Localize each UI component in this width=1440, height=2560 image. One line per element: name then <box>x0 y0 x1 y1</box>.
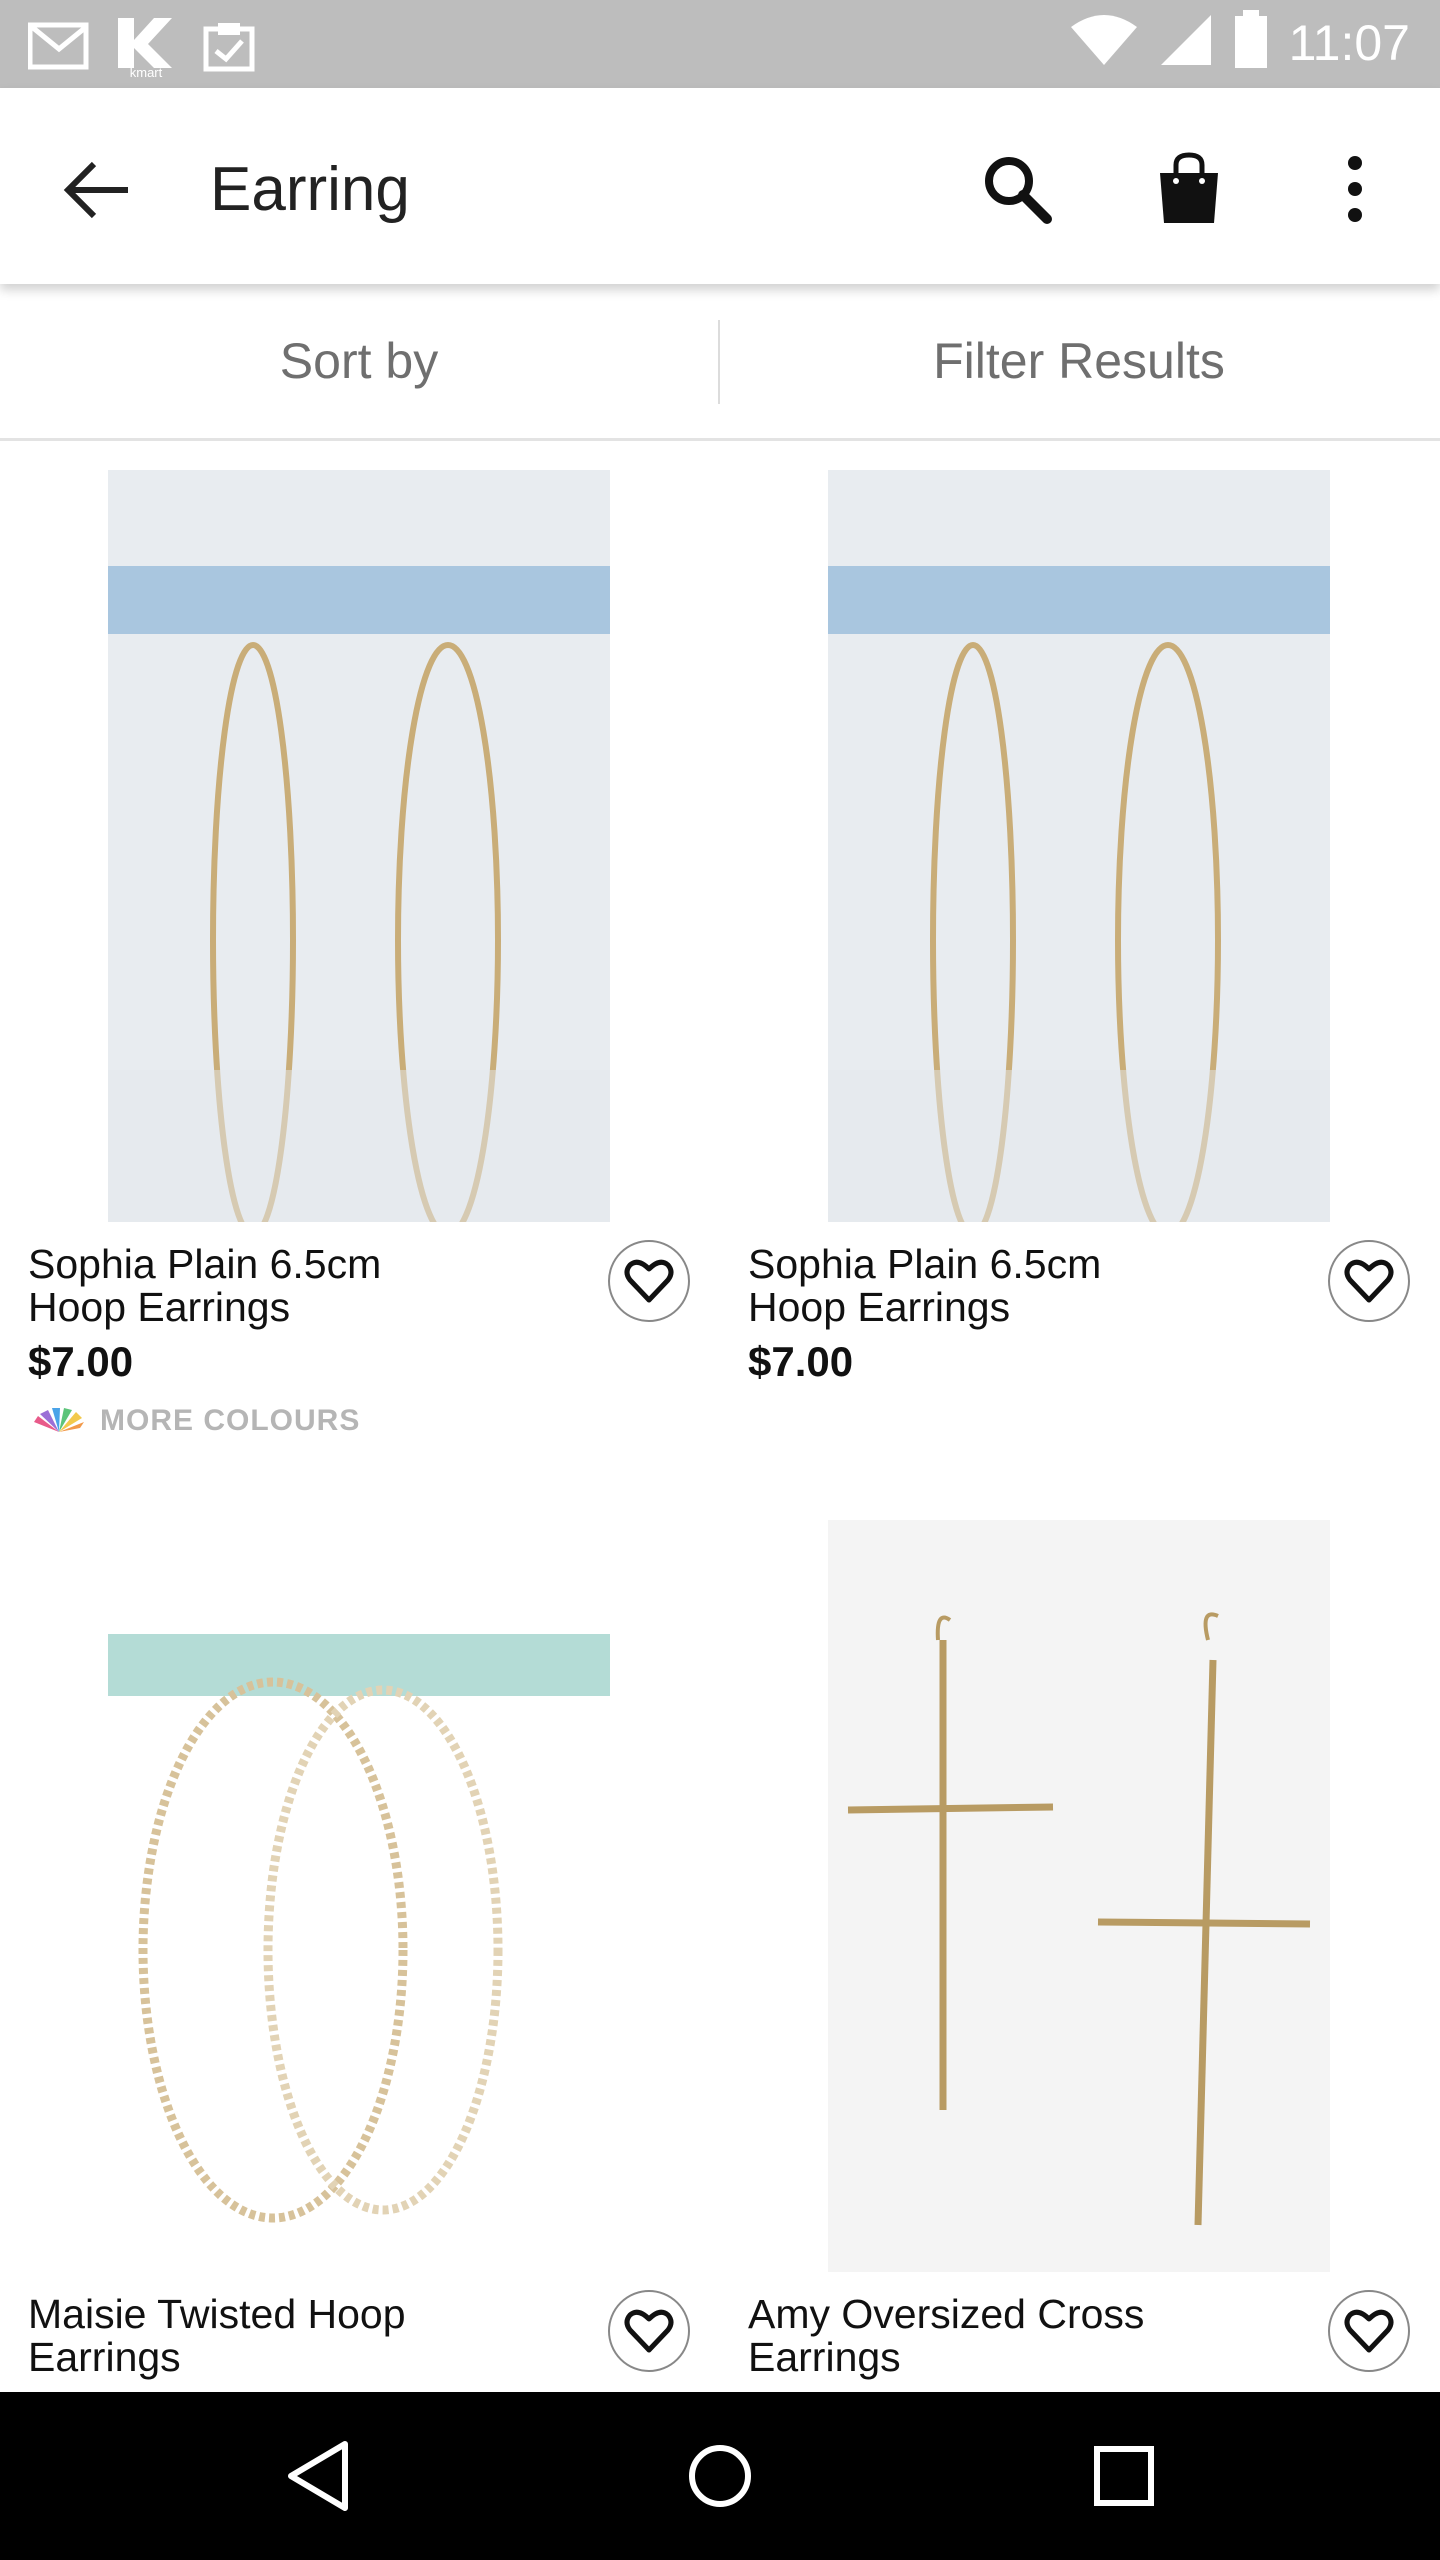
status-time: 11:07 <box>1288 14 1410 71</box>
sort-filter-bar: Sort by Filter Results <box>0 284 1440 441</box>
favourite-button[interactable] <box>608 1240 690 1322</box>
svg-text:kmart: kmart <box>130 65 163 78</box>
more-vert-icon <box>1348 156 1362 222</box>
product-name-line1[interactable]: Amy Oversized Cross <box>748 2292 1268 2336</box>
wifi-icon <box>1069 13 1139 72</box>
more-options-button[interactable] <box>1310 144 1400 234</box>
search-icon <box>985 157 1052 224</box>
gmail-icon <box>27 21 90 76</box>
status-bar: kmart 11:07 <box>0 0 1440 88</box>
sort-by-button[interactable]: Sort by <box>0 284 718 438</box>
kmart-icon: kmart <box>114 14 178 83</box>
cart-button[interactable] <box>1144 144 1234 234</box>
product-name-line2[interactable]: Hoop Earrings <box>748 1285 1268 1329</box>
product-image[interactable] <box>828 470 1330 1222</box>
heart-icon <box>624 2309 674 2353</box>
filter-results-button[interactable]: Filter Results <box>720 284 1438 438</box>
colour-swatch-icon <box>34 1408 84 1432</box>
nav-home-button[interactable] <box>670 2426 770 2526</box>
back-button[interactable] <box>58 150 138 230</box>
shopping-bag-icon <box>1160 152 1218 223</box>
product-name-line2[interactable]: Earrings <box>748 2335 1268 2379</box>
page-title: Earring <box>210 155 410 224</box>
signal-icon <box>1159 13 1213 72</box>
product-image[interactable] <box>828 1520 1330 2272</box>
favourite-button[interactable] <box>1328 2290 1410 2372</box>
search-button[interactable] <box>972 144 1062 234</box>
product-image[interactable] <box>108 1520 610 2272</box>
nav-back-button[interactable] <box>268 2426 368 2526</box>
product-name-line1[interactable]: Maisie Twisted Hoop <box>28 2292 548 2336</box>
nav-recents-icon <box>1094 2446 1154 2506</box>
product-name-line1[interactable]: Sophia Plain 6.5cm <box>748 1242 1268 1286</box>
product-name-line2[interactable]: Earrings <box>28 2335 548 2379</box>
app-bar: Earring <box>0 88 1440 284</box>
more-colours[interactable]: MORE COLOURS <box>32 1404 360 1438</box>
product-image[interactable] <box>108 470 610 1222</box>
back-arrow-icon <box>63 161 128 219</box>
product-name-line1[interactable]: Sophia Plain 6.5cm <box>28 1242 548 1286</box>
heart-icon <box>624 1259 674 1303</box>
favourite-button[interactable] <box>1328 1240 1410 1322</box>
heart-icon <box>1344 2309 1394 2353</box>
nav-recents-button[interactable] <box>1074 2426 1174 2526</box>
system-nav-bar <box>0 2392 1440 2560</box>
product-name-line2[interactable]: Hoop Earrings <box>28 1285 548 1329</box>
product-price: $7.00 <box>748 1338 854 1385</box>
clipboard-check-icon <box>202 19 256 78</box>
battery-icon <box>1233 10 1269 75</box>
heart-icon <box>1344 1259 1394 1303</box>
product-price: $7.00 <box>28 1338 134 1385</box>
nav-home-icon <box>689 2445 751 2507</box>
favourite-button[interactable] <box>608 2290 690 2372</box>
nav-back-icon <box>288 2441 348 2511</box>
more-colours-label: MORE COLOURS <box>100 1404 361 1437</box>
